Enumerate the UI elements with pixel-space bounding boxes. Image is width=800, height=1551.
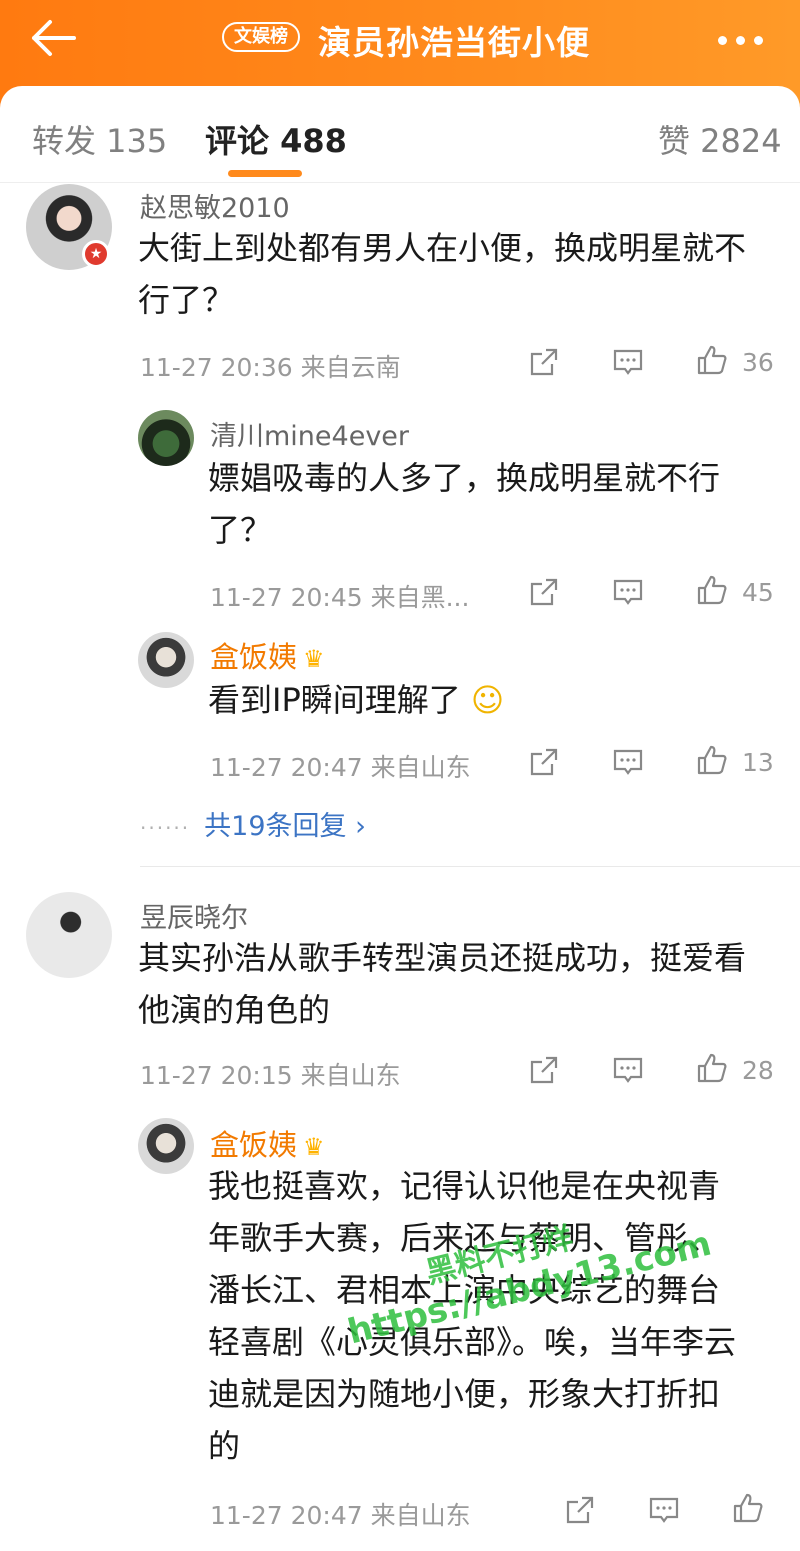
reply-username-text: 盒饭姨	[210, 1128, 298, 1162]
reply-meta: 11-27 20:47 来自山东	[210, 753, 471, 782]
like-count: 13	[742, 748, 774, 777]
reply-text-line: 迪就是因为随地小便，形象大打折扣	[208, 1375, 721, 1413]
comment-icon[interactable]	[612, 1054, 644, 1086]
crown-icon: ♛	[303, 1133, 325, 1161]
reply-text-line: 看到IP瞬间理解了 ☺	[208, 674, 504, 726]
avatar[interactable]	[26, 892, 112, 978]
reply-username[interactable]: 盒饭姨 ♛	[210, 634, 325, 676]
comment-icon[interactable]	[648, 1494, 680, 1526]
share-icon[interactable]	[528, 746, 560, 778]
view-more-replies-link[interactable]: ······ 共19条回复 ›	[140, 804, 366, 843]
reply-username[interactable]: 盒饭姨 ♛	[210, 1122, 325, 1164]
share-icon[interactable]	[528, 346, 560, 378]
like-icon[interactable]	[696, 744, 728, 776]
comment-text-line: 他演的角色的	[138, 991, 331, 1029]
more-dots-icon[interactable]	[718, 30, 778, 45]
divider	[0, 182, 800, 183]
reply-text-line: 的	[208, 1427, 241, 1465]
comment-meta: 11-27 20:36 来自云南	[140, 353, 401, 382]
more-replies-label: 共19条回复 ›	[204, 811, 366, 842]
reply-username[interactable]: 清川mine4ever	[210, 414, 409, 453]
like-icon[interactable]	[696, 574, 728, 606]
share-icon[interactable]	[564, 1494, 596, 1526]
tab-repost[interactable]: 转发 135	[32, 116, 167, 162]
comment-text-line: 其实孙浩从歌手转型演员还挺成功，挺爱看	[138, 939, 747, 977]
crown-icon: ♛	[303, 645, 325, 673]
comment-meta: 11-27 20:15 来自山东	[140, 1061, 401, 1090]
like-icon[interactable]	[696, 344, 728, 376]
comment-username[interactable]: 昱辰晓尔	[140, 896, 248, 935]
like-count: 28	[742, 1056, 774, 1085]
share-icon[interactable]	[528, 576, 560, 608]
comment-icon[interactable]	[612, 576, 644, 608]
like-icon[interactable]	[696, 1052, 728, 1084]
reply-meta: 11-27 20:45 来自黑...	[210, 583, 470, 612]
tab-likes[interactable]: 赞 2824	[658, 116, 782, 162]
reply-username-text: 盒饭姨	[210, 640, 298, 674]
tab-comments[interactable]: 评论 488	[205, 116, 347, 162]
reply-text-line: 了？	[208, 511, 273, 549]
topic-tag-badge[interactable]: 文娱榜	[222, 22, 300, 52]
avatar[interactable]	[138, 632, 194, 688]
page-title: 演员孙浩当街小便	[318, 23, 590, 62]
divider	[140, 866, 800, 867]
comment-username[interactable]: 赵思敏2010	[140, 186, 290, 225]
like-icon[interactable]	[732, 1492, 764, 1524]
dots-icon: ······	[140, 816, 191, 840]
active-tab-indicator	[228, 170, 302, 177]
verified-badge-icon: ★	[82, 240, 110, 268]
share-icon[interactable]	[528, 1054, 560, 1086]
avatar[interactable]	[138, 410, 194, 466]
reply-text-line: 嫖娼吸毒的人多了，换成明星就不行	[208, 459, 721, 497]
like-count: 45	[742, 578, 774, 607]
comment-icon[interactable]	[612, 346, 644, 378]
like-count: 36	[742, 348, 774, 377]
comment-icon[interactable]	[612, 746, 644, 778]
comment-text-line: 大街上到处都有男人在小便，换成明星就不	[138, 229, 747, 267]
comment-text-line: 行了？	[138, 281, 235, 319]
reply-meta: 11-27 20:47 来自山东	[210, 1501, 471, 1530]
avatar[interactable]	[138, 1118, 194, 1174]
arrow-left-icon[interactable]	[28, 16, 88, 60]
emoji-icon: ☺	[470, 681, 505, 719]
reply-text: 看到IP瞬间理解了	[208, 681, 461, 719]
